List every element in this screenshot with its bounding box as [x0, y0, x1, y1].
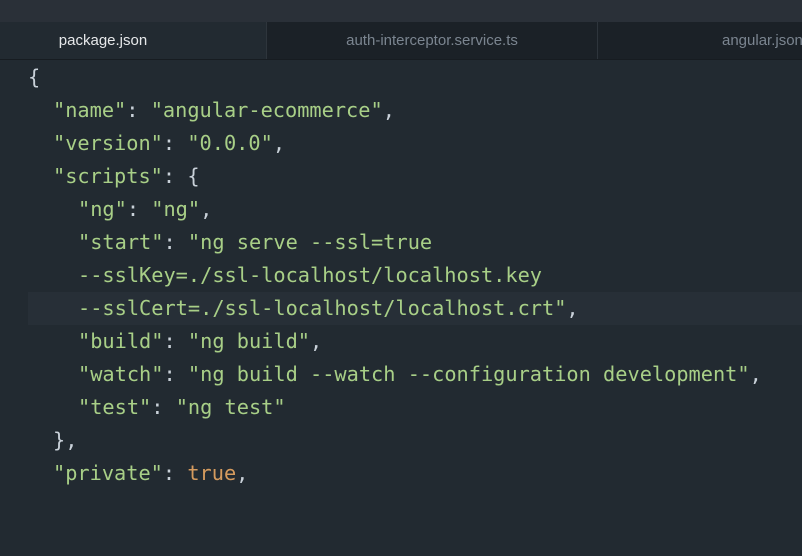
json-separator: : {: [162, 164, 200, 188]
code-line: "build": "ng build",: [0, 325, 802, 358]
json-comma: ,: [310, 329, 323, 353]
json-string-value: "0.0.0": [187, 131, 273, 155]
tab-label: package.json: [58, 32, 148, 49]
json-separator: :: [163, 329, 188, 353]
code-line: {: [0, 61, 802, 94]
json-key: "version": [53, 131, 163, 155]
code-line: "start": "ng serve --ssl=true: [0, 226, 802, 259]
code-line: "test": "ng test": [0, 391, 802, 424]
tab-label: auth-interceptor.service.ts: [346, 32, 518, 49]
code-editor[interactable]: { "name": "angular-ecommerce", "version"…: [0, 60, 802, 485]
json-boolean-value: true: [187, 461, 237, 485]
json-string-value: "ng test": [175, 395, 286, 419]
code-line: "private": true,: [0, 457, 802, 490]
json-separator: :: [163, 230, 188, 254]
json-string-value: --sslKey=./ssl-localhost/localhost.key: [78, 263, 542, 287]
json-separator: :: [126, 197, 152, 221]
json-string-value: "angular-ecommerce": [150, 98, 383, 122]
json-key: "scripts": [53, 164, 163, 188]
json-separator: :: [162, 131, 188, 155]
json-comma: ,: [236, 461, 249, 485]
code-line: "name": "angular-ecommerce",: [0, 94, 802, 127]
tab-angular-json[interactable]: angular.json: [597, 22, 802, 59]
json-key: "private": [53, 461, 163, 485]
current-line-highlight: --sslCert=./ssl-localhost/localhost.crt"…: [28, 292, 802, 325]
json-comma: ,: [382, 98, 395, 122]
brace-open: {: [28, 65, 41, 89]
code-line: "watch": "ng build --watch --configurati…: [0, 358, 802, 391]
code-line: },: [0, 424, 802, 457]
tab-label: angular.json: [722, 32, 802, 49]
editor-tab-bar: package.json auth-interceptor.service.ts…: [0, 22, 802, 60]
code-line: "version": "0.0.0",: [0, 127, 802, 160]
json-separator: :: [163, 362, 188, 386]
json-key: "build": [78, 329, 164, 353]
json-string-value: "ng serve --ssl=true: [187, 230, 433, 254]
json-comma: ,: [272, 131, 286, 155]
json-comma: ,: [566, 296, 579, 320]
json-string-value: "ng": [151, 197, 201, 221]
tab-package-json[interactable]: package.json: [0, 22, 266, 59]
json-key: "test": [78, 395, 152, 419]
json-key: "start": [78, 230, 164, 254]
json-key: "name": [53, 98, 127, 122]
json-comma: ,: [200, 197, 213, 221]
json-string-value: --sslCert=./ssl-localhost/localhost.crt": [78, 296, 567, 320]
json-key: "ng": [78, 197, 127, 221]
json-separator: :: [151, 395, 176, 419]
json-string-value: "ng build --watch --configuration develo…: [187, 362, 750, 386]
code-line: "ng": "ng",: [0, 193, 802, 226]
code-line: --sslKey=./ssl-localhost/localhost.key: [0, 259, 802, 292]
json-separator: :: [162, 461, 188, 485]
json-separator: :: [126, 98, 151, 122]
json-comma: ,: [749, 362, 762, 386]
code-line: "scripts": {: [0, 160, 802, 193]
json-string-value: "ng build": [187, 329, 311, 353]
brace-close: },: [53, 428, 78, 452]
window-top-bar: [0, 0, 802, 22]
tab-auth-interceptor-service[interactable]: auth-interceptor.service.ts: [266, 22, 597, 59]
json-key: "watch": [78, 362, 164, 386]
